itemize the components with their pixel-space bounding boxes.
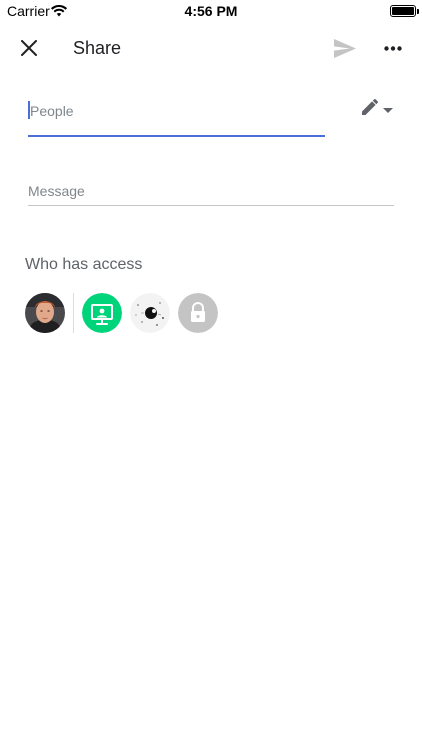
clock: 4:56 PM: [184, 3, 238, 19]
access-divider: [73, 292, 74, 333]
restricted-access-avatar[interactable]: [178, 292, 218, 333]
lock-icon: [178, 292, 218, 333]
share-screen: Carrier 4:56 PM Share People Message Who…: [0, 0, 422, 750]
close-button[interactable]: [14, 33, 44, 63]
avatar-user-photo[interactable]: [25, 292, 65, 333]
message-input[interactable]: [28, 180, 394, 202]
access-section-title: Who has access: [25, 256, 143, 273]
close-icon: [21, 40, 37, 56]
message-field: [28, 176, 394, 206]
pencil-icon: [362, 99, 378, 115]
more-options-button[interactable]: [378, 33, 408, 63]
page-title: Share: [73, 38, 122, 58]
chevron-down-icon: [383, 108, 393, 113]
people-field: [28, 96, 325, 137]
battery-icon: [390, 5, 419, 17]
classroom-icon: [82, 292, 122, 333]
access-members: [25, 292, 218, 333]
role-dropdown-button[interactable]: [360, 94, 398, 120]
avatar-abstract-photo[interactable]: [130, 292, 170, 333]
send-button[interactable]: [330, 33, 360, 63]
more-horizontal-icon: [384, 45, 402, 51]
send-icon: [334, 38, 356, 58]
people-input[interactable]: [28, 98, 325, 124]
text-cursor: [28, 101, 30, 119]
status-bar: Carrier 4:56 PM: [0, 0, 422, 22]
classroom-avatar[interactable]: [82, 292, 122, 333]
